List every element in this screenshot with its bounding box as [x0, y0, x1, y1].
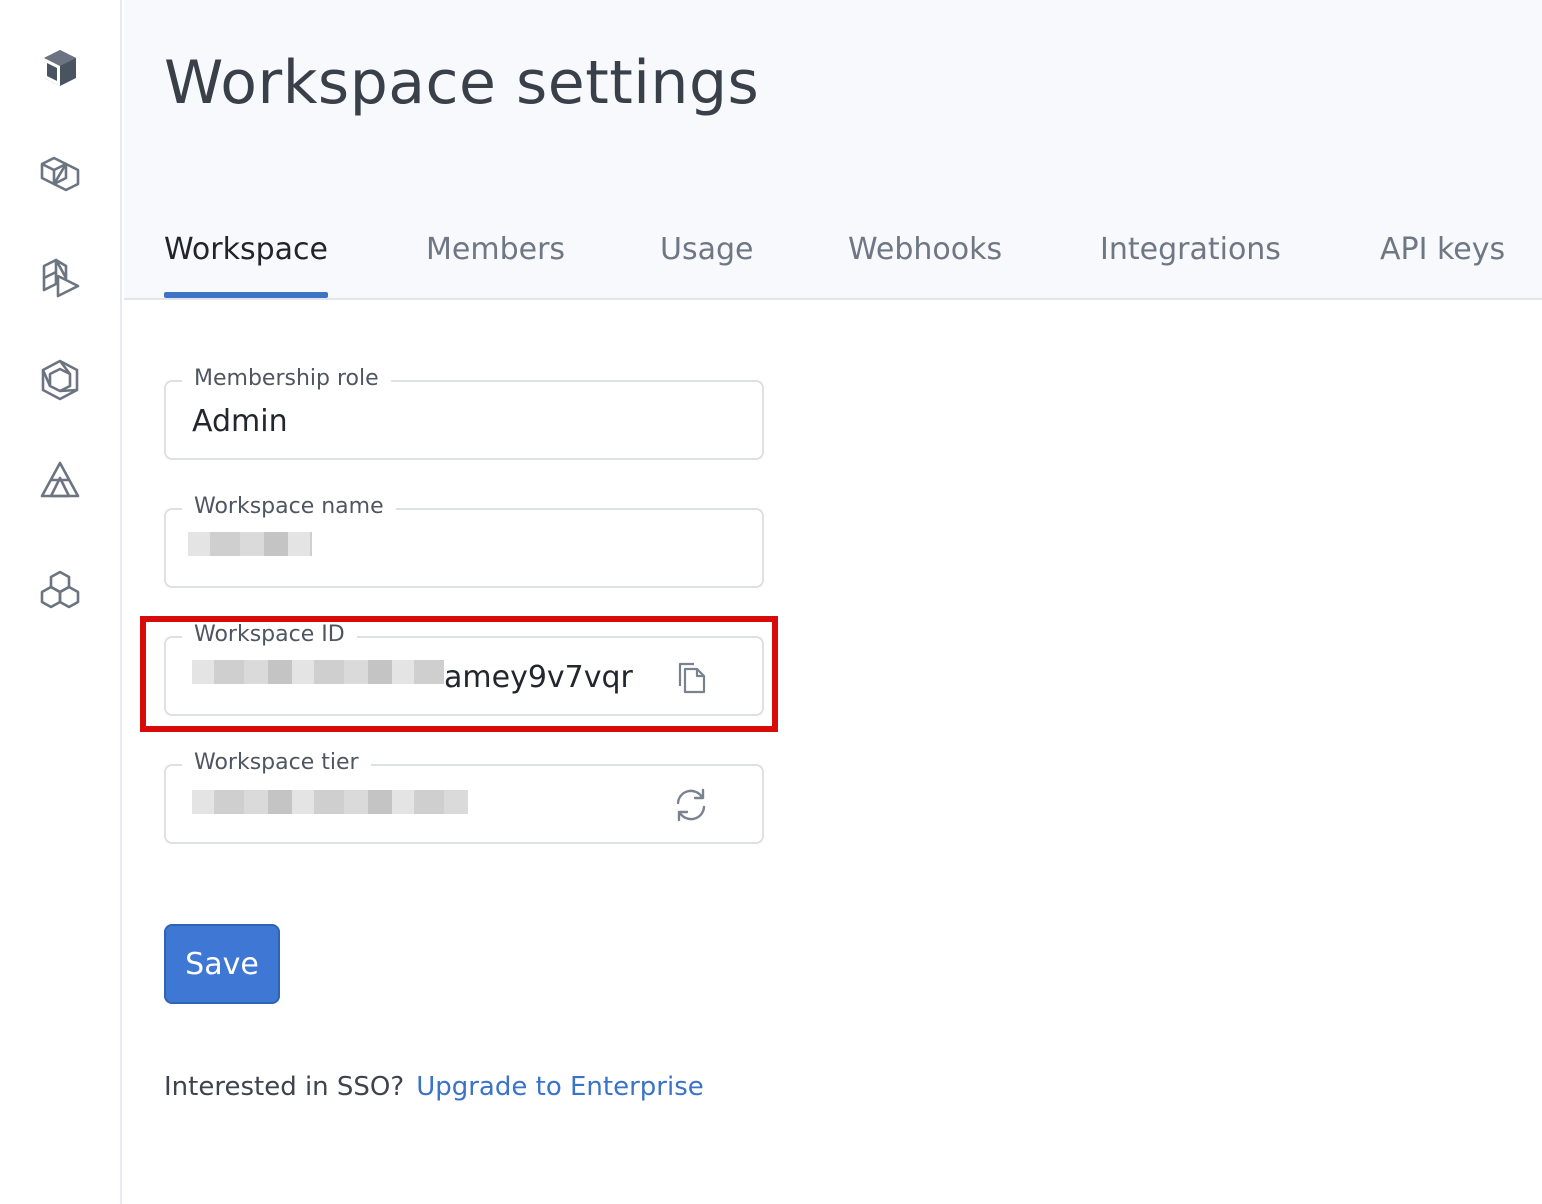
- tab-api-keys[interactable]: API keys: [1380, 232, 1505, 298]
- sso-text: Interested in SSO?: [164, 1072, 405, 1102]
- workspace-tier-field: Workspace tier: [164, 750, 764, 844]
- workspace-id-value: amey9v7vqr: [444, 660, 633, 695]
- refresh-icon[interactable]: [672, 786, 710, 824]
- app-window: Workspace settings Workspace Members Usa…: [0, 0, 1542, 1204]
- redacted-workspace-id-prefix: [192, 660, 444, 684]
- workspace-tier-label: Workspace tier: [182, 750, 371, 775]
- membership-role-field: Membership role Admin: [164, 366, 764, 460]
- play-blocks-icon[interactable]: [36, 252, 84, 300]
- tab-members[interactable]: Members: [426, 232, 565, 298]
- tab-webhooks[interactable]: Webhooks: [848, 232, 1002, 298]
- settings-header: Workspace settings Workspace Members Usa…: [124, 0, 1542, 300]
- workspace-id-field: Workspace ID amey9v7vqr: [164, 622, 764, 716]
- tab-integrations[interactable]: Integrations: [1100, 232, 1281, 298]
- tab-workspace[interactable]: Workspace: [164, 232, 328, 298]
- workspace-name-label: Workspace name: [182, 494, 396, 519]
- membership-role-label: Membership role: [182, 366, 391, 391]
- save-button[interactable]: Save: [164, 924, 280, 1004]
- redacted-workspace-tier: [192, 790, 468, 814]
- tab-usage[interactable]: Usage: [660, 232, 753, 298]
- hexagon-cluster-icon[interactable]: [36, 566, 84, 614]
- page-title: Workspace settings: [164, 48, 760, 118]
- hexagon-network-icon[interactable]: [36, 356, 84, 404]
- upgrade-enterprise-link[interactable]: Upgrade to Enterprise: [416, 1072, 704, 1102]
- cube-logo-icon[interactable]: [36, 44, 84, 92]
- copy-icon[interactable]: [672, 658, 710, 696]
- workspace-id-label: Workspace ID: [182, 622, 357, 647]
- stacked-cubes-icon[interactable]: [36, 150, 84, 198]
- sso-promo: Interested in SSO? Upgrade to Enterprise: [164, 1072, 704, 1102]
- triangle-pyramid-icon[interactable]: [36, 456, 84, 504]
- membership-role-value: Admin: [192, 404, 288, 439]
- workspace-name-field[interactable]: Workspace name: [164, 494, 764, 588]
- sidebar: [0, 0, 122, 1204]
- redacted-workspace-name: [188, 532, 312, 556]
